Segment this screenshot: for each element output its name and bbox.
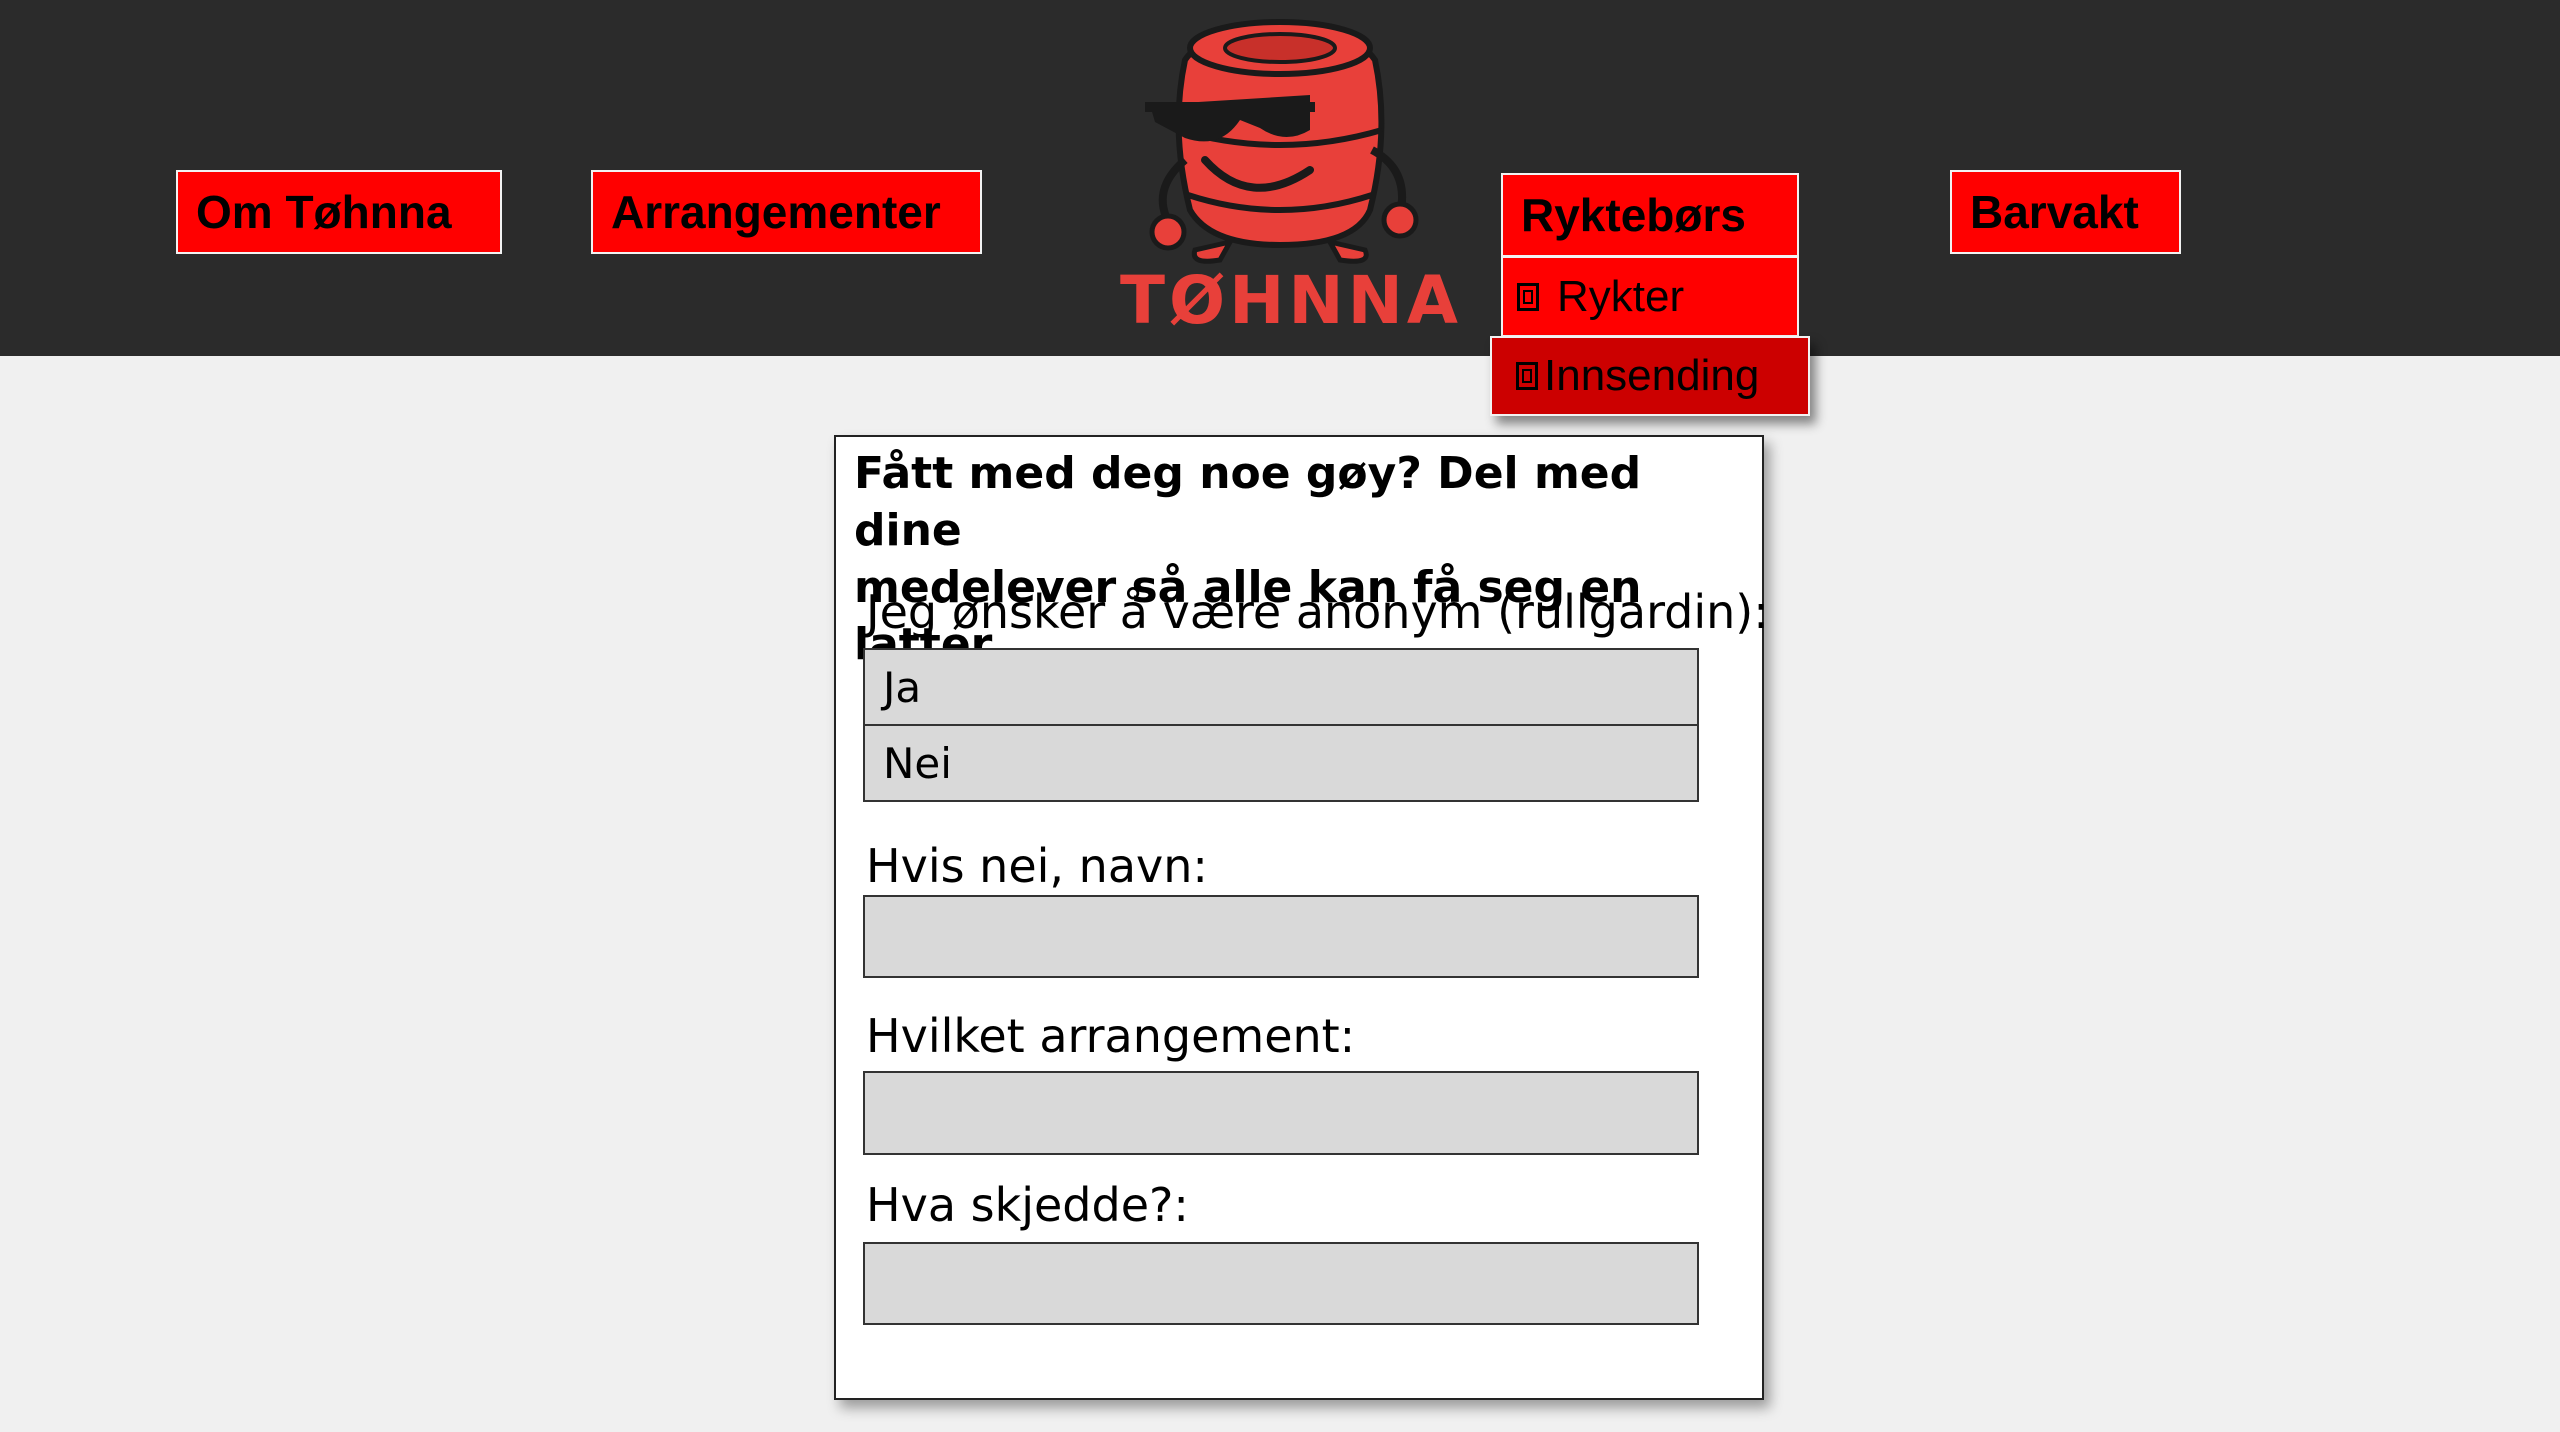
submenu-item-rykter[interactable]: Rykter xyxy=(1501,257,1799,337)
form-heading-line1: Fått med deg noe gøy? Del med dine xyxy=(854,448,1642,556)
nav-ryktebors[interactable]: Ryktebørs xyxy=(1501,173,1799,257)
anonymous-label: Jeg ønsker å være anonym (rullgardin): xyxy=(866,585,1769,639)
what-happened-input[interactable] xyxy=(863,1242,1699,1325)
anonymous-option-ja[interactable]: Ja xyxy=(863,648,1699,726)
tohnna-wordmark: TØHNNA xyxy=(1120,262,1462,339)
document-icon xyxy=(1517,282,1539,311)
submenu-item-label: Rykter xyxy=(1557,271,1685,321)
nav-arrangementer[interactable]: Arrangementer xyxy=(591,170,982,254)
submenu-item-label: Innsending xyxy=(1544,351,1760,400)
event-label: Hvilket arrangement: xyxy=(866,1009,1356,1063)
what-happened-label: Hva skjedde?: xyxy=(866,1178,1189,1232)
nav-barvakt[interactable]: Barvakt xyxy=(1950,170,2181,254)
name-label: Hvis nei, navn: xyxy=(866,839,1208,893)
submenu-item-innsending[interactable]: Innsending xyxy=(1490,336,1810,416)
document-icon xyxy=(1516,362,1538,390)
rumor-submission-form: Fått med deg noe gøy? Del med dine medel… xyxy=(834,435,1769,1400)
site-header: Om Tøhnna Arrangementer TØHNNA Ryktebørs… xyxy=(0,0,2560,356)
nav-om-tohnna[interactable]: Om Tøhnna xyxy=(176,170,502,254)
event-input[interactable] xyxy=(863,1071,1699,1155)
name-input[interactable] xyxy=(863,895,1699,978)
anonymous-option-nei[interactable]: Nei xyxy=(863,724,1699,802)
